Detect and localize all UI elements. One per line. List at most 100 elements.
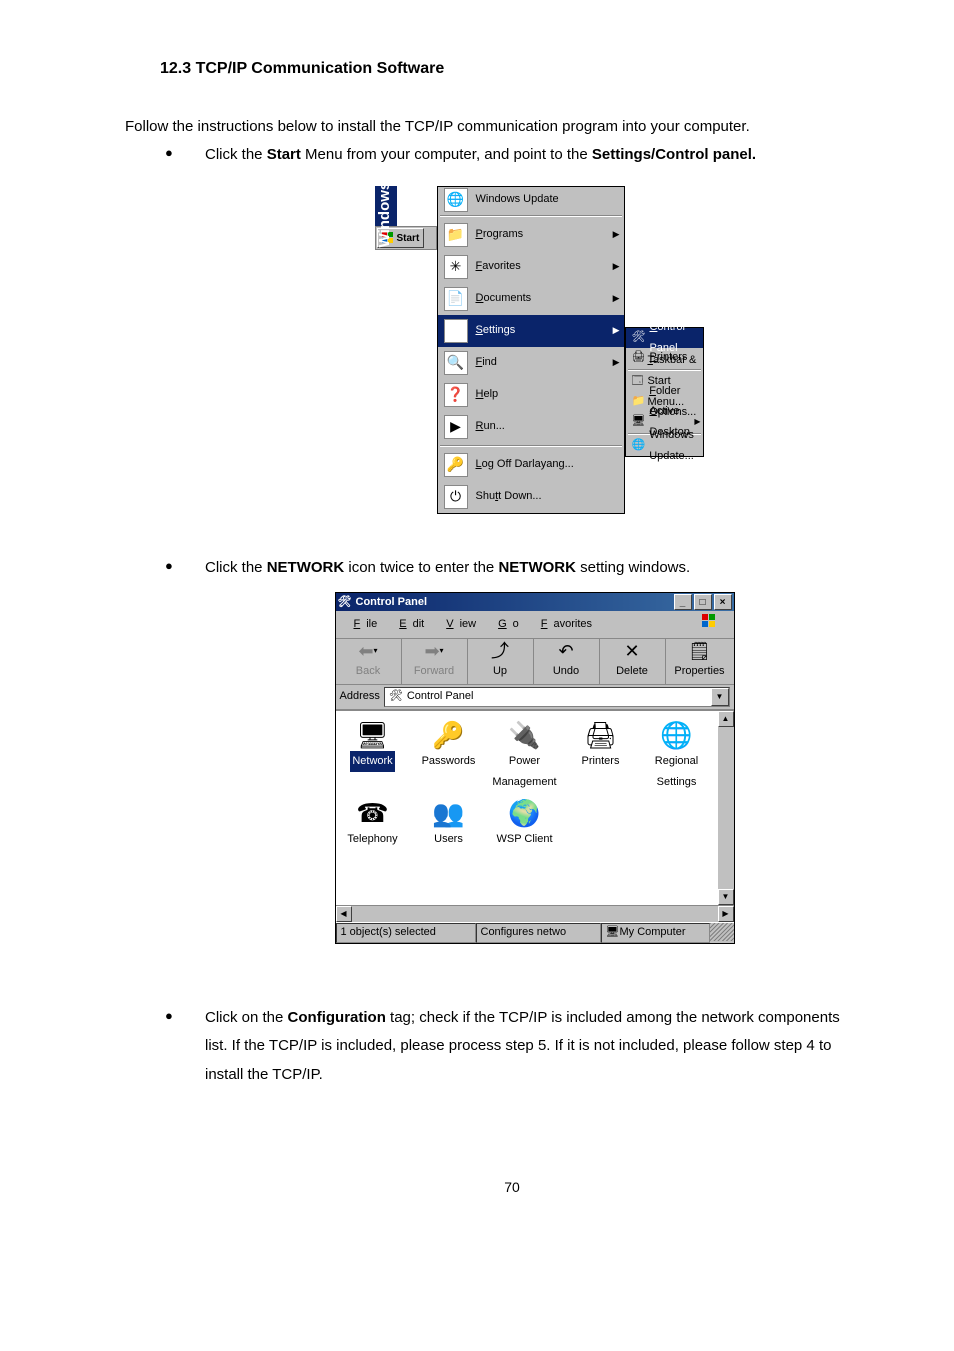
- toolbar-icon: ⤴: [491, 641, 509, 661]
- toolbar-icon: 🗒: [688, 641, 711, 661]
- control-panel-item-printers[interactable]: 🖨Printers: [572, 721, 630, 793]
- applet-label: WSP Client: [496, 829, 552, 850]
- my-computer-icon: 🖥: [606, 922, 620, 943]
- applet-icon: ☎: [356, 799, 388, 829]
- applet-icon: 🔑: [432, 721, 464, 751]
- address-dropdown-button[interactable]: ▼: [711, 688, 729, 706]
- control-panel-item-wsp-client[interactable]: 🌍WSP Client: [496, 799, 554, 850]
- section-heading: 12.3 TCP/IP Communication Software: [160, 60, 864, 78]
- menubar-item[interactable]: File: [342, 613, 384, 636]
- control-panel-icon: 🛠: [389, 686, 403, 707]
- start-menu-screenshot: Windows98 Start 🌐Windows Update📁Programs…: [375, 186, 695, 514]
- toolbar-label: Up: [493, 661, 507, 682]
- toolbar-icon: ➡: [424, 641, 443, 661]
- resize-grip-icon[interactable]: [710, 923, 734, 941]
- toolbar-icon: ⬅: [358, 641, 377, 661]
- horizontal-scrollbar[interactable]: ◀▶: [336, 905, 734, 922]
- menu-item-icon: 🛠: [444, 319, 468, 343]
- minimize-button[interactable]: _: [674, 594, 692, 610]
- menu-item-icon: ✳: [444, 255, 468, 279]
- applet-label: Power Management: [492, 751, 556, 793]
- toolbar-label: Forward: [414, 661, 454, 682]
- page-number: 70: [160, 1179, 864, 1195]
- menu-item-label: Run...: [476, 416, 505, 437]
- submenu-arrow-icon: ▶: [613, 226, 620, 243]
- start-menu-item[interactable]: 🔑Log Off Darlayang...: [438, 449, 624, 481]
- menu-item-icon: 📄: [444, 287, 468, 311]
- menubar-item[interactable]: Favorites: [529, 613, 598, 636]
- applet-icon: 🖥: [356, 721, 389, 751]
- start-menu-item[interactable]: ▶ Run...: [438, 411, 624, 443]
- window-menubar: FileEditViewGoFavorites: [336, 611, 734, 639]
- intro-text: Follow the instructions below to install…: [125, 118, 864, 135]
- applet-icon: 🌍: [508, 799, 540, 829]
- start-menu-item[interactable]: 📁 Programs ▶: [438, 219, 624, 251]
- control-panel-item-users[interactable]: 👥Users: [420, 799, 478, 850]
- submenu-item-icon: 🗔: [632, 375, 644, 389]
- start-menu-item[interactable]: 🌐Windows Update: [438, 187, 624, 213]
- start-menu-item[interactable]: 📄Documents▶: [438, 283, 624, 315]
- submenu-item[interactable]: 🛠Control Panel: [626, 328, 703, 348]
- toolbar-button-properties[interactable]: 🗒Properties: [666, 639, 734, 684]
- start-menu-item[interactable]: 🛠Settings▶: [438, 315, 624, 347]
- start-menu-item[interactable]: ✳ Favorites ▶: [438, 251, 624, 283]
- submenu-arrow-icon: ▶: [613, 258, 620, 275]
- menubar-item[interactable]: Edit: [387, 613, 430, 636]
- menu-item-icon: 🔍: [444, 351, 468, 375]
- bullet-2: Click the NETWORK icon twice to enter th…: [205, 554, 864, 944]
- menu-item-label: Programs: [476, 224, 524, 245]
- applet-label: Telephony: [347, 829, 397, 850]
- applet-label: Users: [434, 829, 463, 850]
- submenu-item-icon: 🛠: [632, 331, 646, 345]
- menu-item-label: Find: [476, 352, 497, 373]
- toolbar-button-back: ⬅Back: [336, 639, 402, 684]
- submenu-item[interactable]: 🌐Windows Update...: [626, 436, 703, 456]
- applet-icon: 🌐: [660, 721, 692, 751]
- settings-submenu: 🛠Control Panel🖨Printers🗔Taskbar & Start …: [625, 327, 704, 457]
- menu-item-icon: ⏻: [444, 485, 468, 509]
- control-panel-item-telephony[interactable]: ☎Telephony: [344, 799, 402, 850]
- close-button[interactable]: ×: [714, 594, 732, 610]
- menu-item-label: Favorites: [476, 256, 521, 277]
- menu-item-label: Help: [476, 384, 499, 405]
- control-panel-item-regional-settings[interactable]: 🌐Regional Settings: [648, 721, 706, 793]
- menu-item-icon: 📁: [444, 223, 468, 247]
- menubar-item[interactable]: Go: [486, 613, 525, 636]
- control-panel-item-power-management[interactable]: 🔌Power Management: [496, 721, 554, 793]
- start-menu-item[interactable]: 🔍 Find ▶: [438, 347, 624, 379]
- control-panel-item-passwords[interactable]: 🔑Passwords: [420, 721, 478, 793]
- menu-item-icon: 🔑: [444, 453, 468, 477]
- start-menu-item[interactable]: ❓Help: [438, 379, 624, 411]
- submenu-arrow-icon: ▶: [613, 354, 620, 371]
- window-toolbar: ⬅Back➡Forward⤴Up↶Undo✕Delete🗒Properties: [336, 639, 734, 685]
- toolbar-button-up[interactable]: ⤴Up: [468, 639, 534, 684]
- toolbar-icon: ✕: [624, 641, 639, 661]
- control-panel-icon: 🛠: [338, 595, 352, 609]
- menu-item-icon: ▶: [444, 415, 468, 439]
- toolbar-button-undo[interactable]: ↶Undo: [534, 639, 600, 684]
- menu-item-label: Documents: [476, 288, 532, 309]
- maximize-button[interactable]: □: [694, 594, 712, 610]
- toolbar-label: Undo: [553, 661, 579, 682]
- applet-icon: 🖨: [584, 721, 617, 751]
- applet-label: Regional Settings: [648, 751, 706, 793]
- control-panel-icon-area: 🖥Network 🔑Passwords 🔌Power Management 🖨Prin…: [336, 710, 734, 905]
- bullet-1: Click the Start Menu from your computer,…: [205, 141, 864, 514]
- applet-icon: 👥: [432, 799, 464, 829]
- start-menu-items: 🌐Windows Update 📁 Programs ▶ ✳ Favorites ▶ 📄 Doc…: [437, 186, 625, 514]
- address-bar: Address 🛠 Control Panel ▼: [336, 685, 734, 710]
- toolbar-label: Back: [356, 661, 380, 682]
- submenu-item-label: Windows Update...: [649, 425, 696, 467]
- submenu-item-icon: 🌐: [632, 439, 646, 453]
- toolbar-icon: ↶: [558, 641, 573, 661]
- submenu-item-icon: 📁: [632, 395, 646, 409]
- windows-logo-icon[interactable]: [696, 613, 728, 631]
- control-panel-item-network[interactable]: 🖥Network: [344, 721, 402, 793]
- vertical-scrollbar[interactable]: ▲▼: [718, 711, 734, 905]
- applet-label: Printers: [582, 751, 620, 772]
- menubar-item[interactable]: View: [434, 613, 482, 636]
- start-menu-item[interactable]: ⏻Shutt Down...: [438, 481, 624, 513]
- address-input[interactable]: 🛠 Control Panel ▼: [384, 687, 730, 707]
- bullet-3: Click on the Configuration tag; check if…: [205, 1004, 864, 1090]
- toolbar-button-delete[interactable]: ✕Delete: [600, 639, 666, 684]
